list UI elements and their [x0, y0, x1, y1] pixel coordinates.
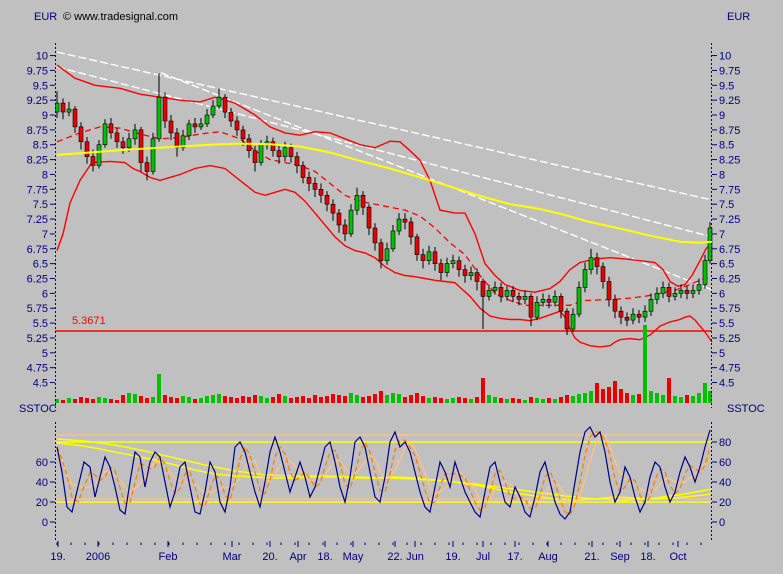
- price-tick-label-left: 9: [42, 110, 48, 122]
- price-tick-label-right: 7: [719, 229, 725, 241]
- price-tick-label-right: 6.5: [719, 259, 734, 271]
- time-tick-label: 21.: [584, 551, 599, 563]
- price-tick-label-left: 5.25: [27, 333, 48, 345]
- price-tick-label-left: 8.5: [33, 140, 48, 152]
- price-tick-label-right: 5: [719, 348, 725, 360]
- time-tick-label: Oct: [669, 551, 686, 563]
- price-tick-label-left: 8.25: [27, 155, 48, 167]
- time-tick-label: 19.: [445, 551, 460, 563]
- currency-label-left: EUR: [34, 11, 57, 23]
- price-tick-label-left: 5.75: [27, 303, 48, 315]
- time-tick-label: May: [343, 551, 364, 563]
- stoch-tick-label-right: 20: [719, 497, 731, 509]
- stoch-tick-label-left: 40: [36, 477, 48, 489]
- price-tick-label-right: 5.5: [719, 318, 734, 330]
- price-tick-label-right: 6: [719, 288, 725, 300]
- price-tick-label-left: 8.75: [27, 125, 48, 137]
- price-tick-label-right: 7.25: [719, 214, 740, 226]
- time-tick-label: Apr: [289, 551, 306, 563]
- price-panel[interactable]: [55, 52, 712, 403]
- price-tick-label-left: 6.5: [33, 259, 48, 271]
- currency-label-right: EUR: [727, 11, 750, 23]
- price-tick-label-left: 9.25: [27, 95, 48, 107]
- time-tick-label: Mar: [223, 551, 242, 563]
- time-tick-label: 18.: [640, 551, 655, 563]
- stoch-panel[interactable]: [55, 427, 712, 519]
- price-tick-label-right: 8: [719, 169, 725, 181]
- price-tick-label-right: 8.5: [719, 140, 734, 152]
- price-tick-label-left: 9.5: [33, 80, 48, 92]
- price-tick-label-left: 10: [36, 51, 48, 63]
- price-tick-label-left: 7.25: [27, 214, 48, 226]
- price-tick-label-left: 5.5: [33, 318, 48, 330]
- price-tick-label-right: 9: [719, 110, 725, 122]
- time-tick-label: Feb: [159, 551, 178, 563]
- volume-bars: [55, 325, 712, 403]
- time-tick-label: Jun: [406, 551, 424, 563]
- price-tick-label-right: 8.75: [719, 125, 740, 137]
- time-tick-label: 20.: [262, 551, 277, 563]
- price-tick-label-right: 5.75: [719, 303, 740, 315]
- bollinger-lower-line: [57, 161, 712, 347]
- support-line-value-label: 5.3671: [72, 315, 106, 327]
- stoch-slow-line: [57, 436, 710, 506]
- price-tick-label-left: 5: [42, 348, 48, 360]
- price-tick-label-right: 4.5: [719, 378, 734, 390]
- price-tick-label-right: 4.75: [719, 363, 740, 375]
- price-tick-label-left: 7.75: [27, 184, 48, 196]
- stoch-panel-label-left: SSTOC: [19, 403, 57, 415]
- price-tick-label-right: 7.5: [719, 199, 734, 211]
- time-tick-label: Sep: [610, 551, 630, 563]
- stoch-tick-label-left: 60: [36, 457, 48, 469]
- stoch-ma-yellow-2: [57, 439, 712, 500]
- stoch-tick-label-left: 20: [36, 497, 48, 509]
- price-tick-label-left: 7: [42, 229, 48, 241]
- chart-canvas[interactable]: 10 10 9.75 9.75 9.5 9.5 9.25 9.25 9 9 8.75 8.75 8.5 8…: [0, 0, 783, 574]
- price-tick-label-right: 7.75: [719, 184, 740, 196]
- chart-window: 10 10 9.75 9.75 9.5 9.5 9.25 9.25 9 9 8.75 8.75 8.5 8…: [0, 0, 783, 574]
- price-tick-label-right: 6.75: [719, 244, 740, 256]
- stoch-tick-label-right: 40: [719, 477, 731, 489]
- stoch-tick-label-right: 80: [719, 437, 731, 449]
- price-tick-label-left: 6.25: [27, 274, 48, 286]
- price-tick-label-right: 9.25: [719, 95, 740, 107]
- stoch-tick-label-left: 0: [42, 517, 48, 529]
- stoch-panel-label-right: SSTOC: [727, 403, 765, 415]
- copyright-label: © www.tradesignal.com: [63, 11, 178, 23]
- price-tick-label-right: 10: [719, 51, 731, 63]
- stoch-k-line: [57, 427, 710, 519]
- stoch-tick-label-right: 60: [719, 457, 731, 469]
- price-tick-label-right: 6.25: [719, 274, 740, 286]
- price-tick-label-left: 4.5: [33, 378, 48, 390]
- stoch-tick-label-right: 0: [719, 517, 725, 529]
- time-tick-label: Jul: [476, 551, 490, 563]
- price-tick-label-right: 9.75: [719, 65, 740, 77]
- price-tick-label-left: 8: [42, 169, 48, 181]
- price-tick-label-left: 4.75: [27, 363, 48, 375]
- time-tick-label: 22.: [387, 551, 402, 563]
- price-tick-label-left: 9.75: [27, 65, 48, 77]
- time-tick-label: 2006: [86, 551, 110, 563]
- price-tick-label-left: 6.75: [27, 244, 48, 256]
- time-tick-label: 18.: [317, 551, 332, 563]
- price-tick-label-left: 6: [42, 288, 48, 300]
- time-tick-label: Aug: [538, 551, 558, 563]
- price-tick-label-left: 7.5: [33, 199, 48, 211]
- time-tick-label: 17.: [507, 551, 522, 563]
- price-tick-label-right: 8.25: [719, 155, 740, 167]
- price-tick-label-right: 9.5: [719, 80, 734, 92]
- time-tick-label: 19.: [50, 551, 65, 563]
- price-tick-label-right: 5.25: [719, 333, 740, 345]
- candlesticks: [55, 73, 712, 335]
